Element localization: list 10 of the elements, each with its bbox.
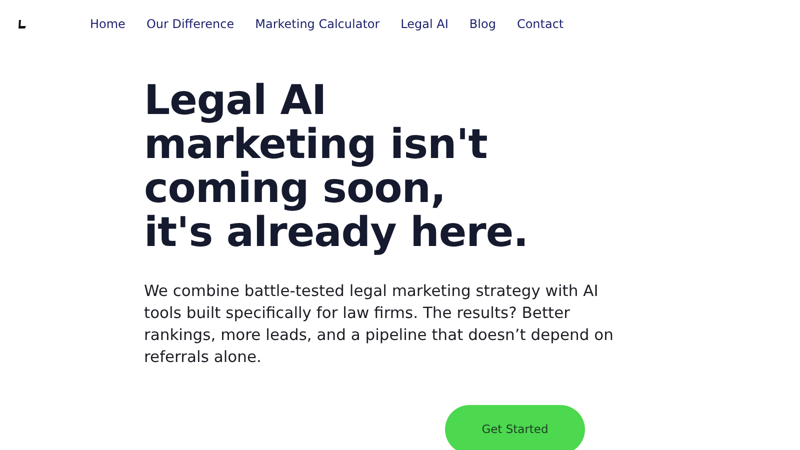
nav-link[interactable]: Marketing Calculator: [255, 15, 380, 33]
nav-link[interactable]: Legal AI: [400, 15, 448, 33]
nav-link[interactable]: Contact: [516, 15, 564, 33]
nav-link[interactable]: Our Difference: [146, 15, 234, 33]
hero-description: We combine battle-tested legal marketing strategy with AI tools built specifically for law firms. The results? Better rankings, more leads, and a pipeline that doesn’t depend on referrals alone.: [144, 281, 614, 368]
hero-headline: Legal AI marketing isn't coming soon, it's already here.: [144, 78, 530, 254]
nav-link[interactable]: Blog: [469, 15, 496, 33]
get-started-button[interactable]: Get Started: [445, 405, 585, 450]
logo-icon[interactable]: [18, 20, 27, 28]
nav-link[interactable]: Home: [90, 15, 126, 33]
